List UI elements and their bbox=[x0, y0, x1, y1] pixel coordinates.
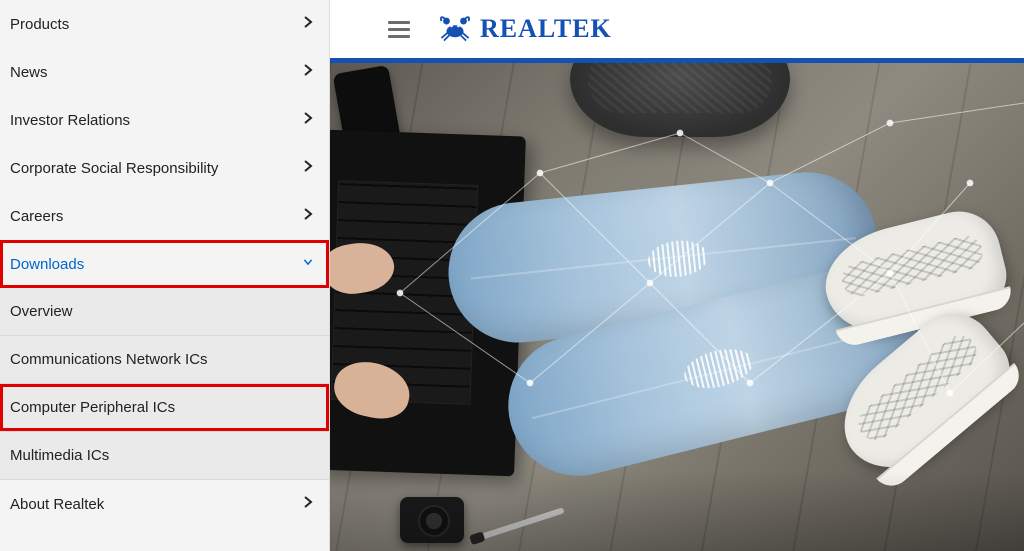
nav-label: News bbox=[10, 64, 48, 81]
chevron-right-icon bbox=[303, 63, 313, 81]
nav-label: Overview bbox=[10, 303, 73, 320]
nav-label: Communications Network ICs bbox=[10, 351, 208, 368]
chevron-right-icon bbox=[303, 111, 313, 129]
nav-item-about-realtek[interactable]: About Realtek bbox=[0, 480, 329, 528]
camera-prop bbox=[400, 497, 464, 543]
nav-item-products[interactable]: Products bbox=[0, 0, 329, 48]
chevron-down-icon bbox=[303, 255, 313, 273]
nav-label: Multimedia ICs bbox=[10, 447, 109, 464]
nav-subitem-multimedia-ics[interactable]: Multimedia ICs bbox=[0, 432, 329, 480]
chevron-right-icon bbox=[303, 159, 313, 177]
brand-name: REALTEK bbox=[480, 14, 612, 44]
pen-prop bbox=[477, 507, 564, 541]
nav-label: Downloads bbox=[10, 256, 84, 273]
chevron-right-icon bbox=[303, 15, 313, 33]
hero-banner-image bbox=[330, 63, 1024, 551]
nav-item-csr[interactable]: Corporate Social Responsibility bbox=[0, 144, 329, 192]
nav-subitem-overview[interactable]: Overview bbox=[0, 288, 329, 336]
sneakers-prop bbox=[792, 223, 1012, 483]
main-content: REALTEK bbox=[330, 0, 1024, 551]
hamburger-menu-icon[interactable] bbox=[388, 18, 410, 40]
nav-label: Investor Relations bbox=[10, 112, 130, 129]
chevron-right-icon bbox=[303, 207, 313, 225]
nav-label: About Realtek bbox=[10, 496, 104, 513]
nav-item-investor-relations[interactable]: Investor Relations bbox=[0, 96, 329, 144]
brand-logo[interactable]: REALTEK bbox=[438, 12, 612, 47]
nav-item-news[interactable]: News bbox=[0, 48, 329, 96]
nav-item-careers[interactable]: Careers bbox=[0, 192, 329, 240]
camera-pouch-prop bbox=[570, 63, 790, 137]
realtek-crab-icon bbox=[438, 12, 472, 47]
nav-label: Computer Peripheral ICs bbox=[10, 399, 175, 416]
nav-label: Corporate Social Responsibility bbox=[10, 160, 218, 177]
nav-subitem-communications-network-ics[interactable]: Communications Network ICs bbox=[0, 336, 329, 384]
nav-label: Careers bbox=[10, 208, 63, 225]
top-bar: REALTEK bbox=[330, 0, 1024, 58]
nav-subitem-computer-peripheral-ics[interactable]: Computer Peripheral ICs bbox=[0, 384, 329, 432]
nav-label: Products bbox=[10, 16, 69, 33]
sidebar-nav: Products News Investor Relations Corpora… bbox=[0, 0, 330, 551]
chevron-right-icon bbox=[303, 495, 313, 513]
nav-item-downloads[interactable]: Downloads bbox=[0, 240, 329, 288]
